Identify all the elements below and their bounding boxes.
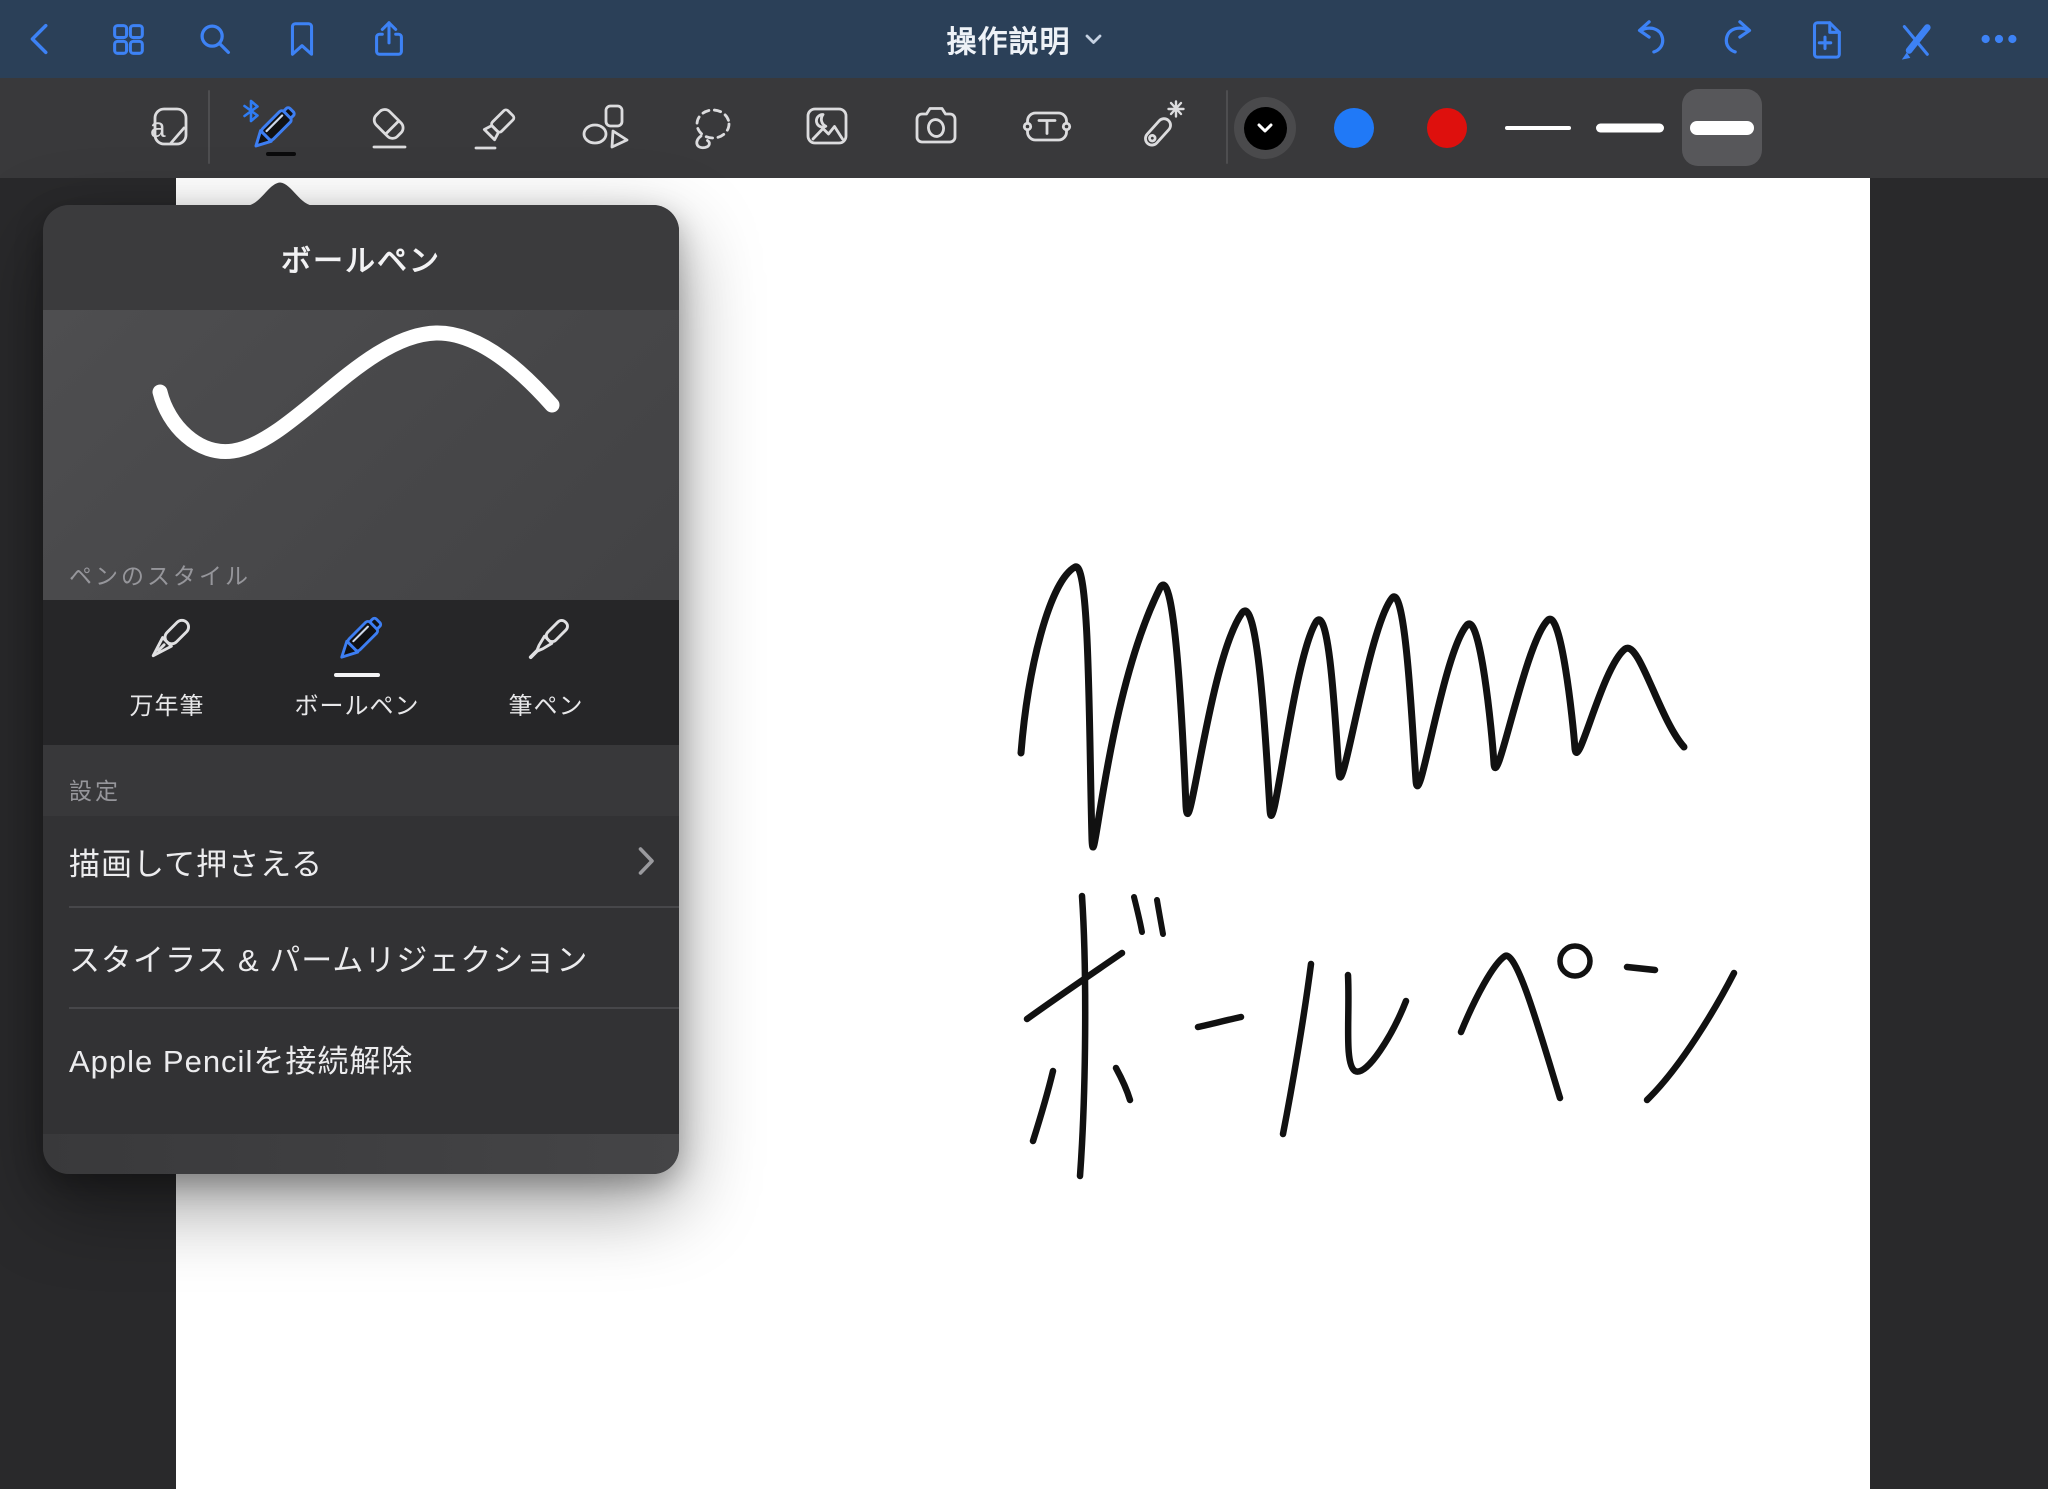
pen-style-brush[interactable]: 筆ペン bbox=[466, 608, 626, 740]
readonly-mode-button[interactable] bbox=[1891, 18, 1933, 60]
color-swatch-black[interactable] bbox=[1234, 97, 1296, 159]
fountain-pen-icon bbox=[135, 608, 199, 682]
laser-pointer-icon bbox=[1130, 98, 1190, 158]
pen-tool-icon bbox=[238, 96, 302, 160]
setting-row-draw-and-hold[interactable]: 描画して押さえる bbox=[43, 816, 679, 906]
shapes-icon bbox=[575, 98, 635, 158]
top-navigation-bar: 操作説明 bbox=[0, 0, 2048, 78]
popover-bottom-band bbox=[43, 1134, 679, 1174]
goodnotes-app: 操作説明 bbox=[0, 0, 2048, 1489]
redo-button[interactable] bbox=[1717, 18, 1759, 60]
ballpoint-pen-icon bbox=[325, 608, 389, 682]
handwritten-n bbox=[1627, 967, 1734, 1100]
eraser-icon bbox=[360, 98, 420, 158]
svg-text:a: a bbox=[150, 112, 166, 143]
setting-row-disconnect-apple-pencil[interactable]: Apple Pencilを接続解除 bbox=[43, 1008, 679, 1108]
image-tool[interactable] bbox=[796, 96, 860, 160]
drawing-toolbar: a bbox=[0, 78, 2048, 178]
bluetooth-icon bbox=[245, 101, 258, 121]
thickness-thin[interactable] bbox=[1505, 126, 1571, 130]
toolbar-divider bbox=[208, 90, 210, 164]
redo-icon bbox=[1717, 18, 1759, 60]
camera-tool[interactable] bbox=[905, 96, 969, 160]
color-swatch-red[interactable] bbox=[1427, 108, 1467, 148]
thickness-thick[interactable] bbox=[1690, 121, 1754, 135]
add-page-button[interactable] bbox=[1804, 18, 1846, 60]
thickness-medium[interactable] bbox=[1596, 124, 1664, 133]
stroke-preview-curve bbox=[43, 310, 679, 565]
add-page-icon bbox=[1804, 18, 1846, 60]
pen-settings-popover: ボールペン ペンのスタイル 万年筆 bbox=[43, 205, 679, 1174]
popover-title: ボールペン bbox=[281, 236, 441, 280]
settings-section-label: 設定 bbox=[69, 772, 121, 806]
popover-header: ボールペン bbox=[43, 205, 679, 310]
handwriting-tool[interactable]: a bbox=[136, 96, 200, 160]
text-tool[interactable] bbox=[1016, 96, 1080, 160]
shapes-tool[interactable] bbox=[573, 96, 637, 160]
pen-style-fountain[interactable]: 万年筆 bbox=[87, 608, 247, 740]
undo-button[interactable] bbox=[1630, 18, 1672, 60]
chevron-right-icon bbox=[638, 846, 655, 876]
lasso-icon bbox=[682, 98, 742, 158]
pen-style-label: 万年筆 bbox=[130, 686, 205, 721]
handwritten-pe bbox=[1461, 946, 1590, 1098]
color-swatch-black-inner bbox=[1244, 107, 1287, 150]
more-options-button[interactable] bbox=[1978, 18, 2020, 60]
pen-style-ballpoint[interactable]: ボールペン bbox=[277, 608, 437, 740]
document-title: 操作説明 bbox=[947, 17, 1071, 61]
text-icon bbox=[1018, 98, 1078, 158]
popover-arrow bbox=[245, 180, 315, 206]
scribble-stroke bbox=[1021, 567, 1684, 847]
eraser-tool[interactable] bbox=[358, 96, 422, 160]
toolbar-divider-2 bbox=[1226, 90, 1228, 164]
handwriting-a-icon: a bbox=[138, 98, 198, 158]
pen-tool[interactable] bbox=[238, 96, 302, 160]
topbar-right-group bbox=[1630, 0, 2020, 78]
readonly-pen-icon bbox=[1891, 18, 1933, 60]
pen-style-row: 万年筆 ボールペン bbox=[43, 600, 679, 745]
brush-pen-icon bbox=[514, 608, 578, 682]
setting-row-label: 描画して押さえる bbox=[69, 839, 323, 884]
laser-pointer-tool[interactable] bbox=[1128, 96, 1192, 160]
handwritten-ru bbox=[1283, 964, 1406, 1134]
color-swatch-blue[interactable] bbox=[1334, 108, 1374, 148]
highlighter-tool[interactable] bbox=[463, 96, 527, 160]
pen-style-label: 筆ペン bbox=[509, 686, 584, 721]
settings-rows: 描画して押さえる スタイラス & パームリジェクション Apple Pencil… bbox=[43, 816, 679, 1134]
lasso-tool[interactable] bbox=[680, 96, 744, 160]
image-icon bbox=[798, 98, 858, 158]
pen-style-label: ボールペン bbox=[295, 686, 420, 721]
undo-icon bbox=[1630, 18, 1672, 60]
setting-row-label: スタイラス & パームリジェクション bbox=[69, 935, 588, 980]
selected-style-underline bbox=[334, 673, 380, 677]
more-icon bbox=[1978, 18, 2020, 60]
handwritten-bo bbox=[1027, 896, 1163, 1176]
camera-icon bbox=[907, 98, 967, 158]
swatch-chevron-down-icon bbox=[1257, 123, 1273, 133]
handwritten-dash bbox=[1198, 1017, 1241, 1027]
stroke-preview-panel: ペンのスタイル bbox=[43, 310, 679, 600]
pen-style-section-label: ペンのスタイル bbox=[69, 557, 251, 591]
highlighter-icon bbox=[465, 98, 525, 158]
title-chevron-down-icon bbox=[1085, 34, 1102, 45]
setting-row-stylus-palm-rejection[interactable]: スタイラス & パームリジェクション bbox=[43, 907, 679, 1007]
settings-section-header: 設定 bbox=[43, 745, 679, 816]
setting-row-label: Apple Pencilを接続解除 bbox=[69, 1036, 413, 1081]
